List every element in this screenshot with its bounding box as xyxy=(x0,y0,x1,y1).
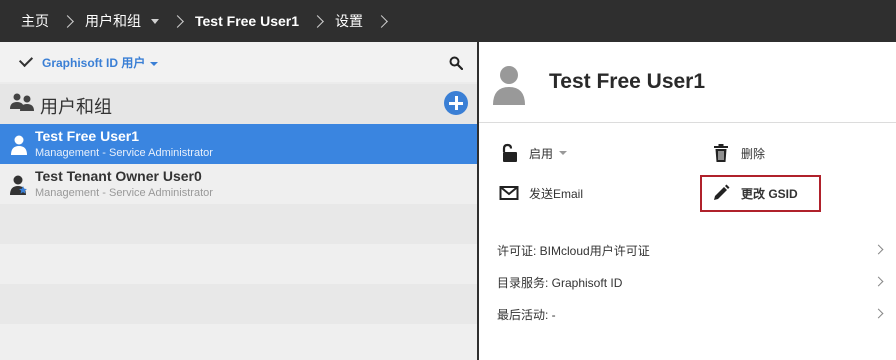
chevron-right-icon xyxy=(171,14,184,28)
chevron-right-icon xyxy=(61,14,74,28)
page-title: Test Free User1 xyxy=(549,70,706,93)
users-groups-title: 用户和组 xyxy=(40,97,112,117)
chevron-right-icon xyxy=(375,14,388,28)
directory-service-row[interactable]: 目录服务: Graphisoft ID xyxy=(479,266,896,296)
user-detail-panel: Test Free User1 启用 删除 发送Email 更改 GSID 许可… xyxy=(479,42,896,360)
avatar xyxy=(493,66,525,105)
user-list-item[interactable]: Test Free User1 Management - Service Adm… xyxy=(0,124,477,164)
users-group-icon xyxy=(10,93,34,111)
license-row[interactable]: 许可证: BIMcloud用户许可证 xyxy=(479,234,896,264)
user-role: Management - Service Administrator xyxy=(35,187,213,199)
filter-row: Graphisoft ID 用户 xyxy=(0,42,477,82)
chevron-right-icon xyxy=(873,308,884,319)
add-user-button[interactable] xyxy=(444,91,468,115)
user-list-item[interactable]: Test Tenant Owner User0 Management - Ser… xyxy=(0,164,477,204)
pencil-icon xyxy=(714,184,730,200)
delete-button[interactable]: 删除 xyxy=(711,143,765,163)
user-filter-dropdown[interactable]: Graphisoft ID 用户 xyxy=(42,54,159,71)
empty-list-row xyxy=(0,244,477,284)
user-list-panel: Graphisoft ID 用户 用户和组 Test Free User1 Ma… xyxy=(0,42,477,360)
breadcrumb-users-groups-label: 用户和组 xyxy=(85,13,141,29)
breadcrumb-home-label: 主页 xyxy=(21,13,49,29)
change-gsid-button[interactable]: 更改 GSID xyxy=(711,183,798,203)
caret-down-icon xyxy=(559,151,568,155)
directory-service-label: 目录服务: Graphisoft ID xyxy=(497,276,623,290)
breadcrumb: 主页 用户和组 Test Free User1 设置 xyxy=(0,0,896,42)
divider xyxy=(479,122,896,123)
breadcrumb-users-groups[interactable]: 用户和组 xyxy=(85,0,159,42)
mail-icon xyxy=(499,186,519,200)
unlock-icon xyxy=(502,143,517,162)
empty-list-row xyxy=(0,324,477,360)
users-groups-header: 用户和组 xyxy=(0,84,477,124)
breadcrumb-settings[interactable]: 设置 xyxy=(335,0,363,42)
user-filter-label: Graphisoft ID 用户 xyxy=(42,56,146,70)
search-icon[interactable] xyxy=(449,56,463,70)
breadcrumb-settings-label: 设置 xyxy=(335,13,364,29)
send-email-label: 发送Email xyxy=(529,186,584,201)
license-label: 许可证: BIMcloud用户许可证 xyxy=(497,244,650,258)
last-activity-label: 最后活动: - xyxy=(497,308,556,322)
caret-down-icon[interactable] xyxy=(151,18,159,24)
last-activity-row[interactable]: 最后活动: - xyxy=(479,298,896,328)
chevron-right-icon xyxy=(873,276,884,287)
empty-list-row xyxy=(0,204,477,244)
change-gsid-label: 更改 GSID xyxy=(741,186,798,201)
user-name: Test Free User1 xyxy=(35,128,140,144)
caret-down-icon xyxy=(150,61,159,66)
checkmark-icon xyxy=(18,52,34,68)
empty-list-row xyxy=(0,284,477,324)
breadcrumb-user-label: Test Free User1 xyxy=(195,13,300,29)
trash-icon xyxy=(714,144,728,162)
user-icon xyxy=(11,135,27,155)
chevron-right-icon xyxy=(311,14,324,28)
enable-dropdown[interactable]: 启用 xyxy=(499,143,568,163)
breadcrumb-user[interactable]: Test Free User1 xyxy=(195,0,299,42)
send-email-button[interactable]: 发送Email xyxy=(499,183,583,203)
enable-label: 启用 xyxy=(529,146,554,161)
chevron-right-icon xyxy=(873,244,884,255)
delete-label: 删除 xyxy=(741,146,766,161)
user-name: Test Tenant Owner User0 xyxy=(35,168,202,184)
user-owner-icon xyxy=(10,175,27,195)
breadcrumb-home[interactable]: 主页 xyxy=(21,0,49,42)
user-role: Management - Service Administrator xyxy=(35,147,213,159)
